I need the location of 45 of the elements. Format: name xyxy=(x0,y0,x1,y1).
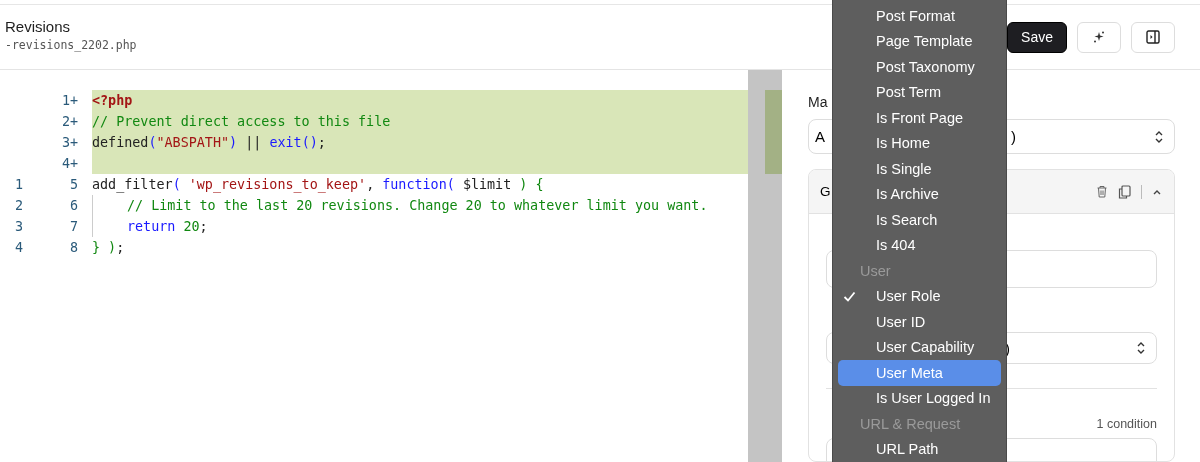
menu-item[interactable]: Post Term xyxy=(838,79,1001,105)
menu-group-label: User xyxy=(859,261,892,281)
line-number: 3+ xyxy=(60,135,79,150)
menu-item[interactable]: User Capability xyxy=(838,334,1001,360)
field-label: Ma xyxy=(808,94,829,110)
menu-item[interactable]: User ID xyxy=(838,309,1001,335)
sparkle-icon xyxy=(1092,30,1106,44)
line-number: 5 xyxy=(68,177,79,192)
chevron-up-down-icon xyxy=(1136,341,1146,355)
copy-icon[interactable] xyxy=(1118,184,1131,199)
menu-item[interactable]: User Role xyxy=(838,283,1001,309)
toggle-sidebar-button[interactable] xyxy=(1131,21,1175,53)
line-number: 2+ xyxy=(60,114,79,129)
menu-item[interactable]: Is Home xyxy=(838,130,1001,156)
trash-icon[interactable] xyxy=(1096,185,1108,198)
sidebar-icon xyxy=(1146,30,1160,44)
line-number: 4+ xyxy=(60,156,79,171)
line-number: 3 xyxy=(14,219,23,234)
menu-item[interactable]: URL Path xyxy=(838,436,1001,462)
menu-group-label: URL & Request xyxy=(859,414,962,434)
page-title: Revisions xyxy=(5,18,72,35)
menu-item[interactable]: Is Search xyxy=(838,207,1001,233)
group-title: G xyxy=(820,184,831,199)
line-number: 6 xyxy=(68,198,79,213)
chevron-up-down-icon xyxy=(1154,129,1164,144)
condition-count: 1 condition xyxy=(1096,417,1157,431)
save-button[interactable]: Save xyxy=(1007,21,1067,53)
line-number: 1 xyxy=(14,177,23,192)
code-line: } ); xyxy=(92,239,126,257)
menu-item[interactable]: Post Format xyxy=(838,3,1001,29)
menu-item[interactable]: Page Template xyxy=(838,28,1001,54)
menu-item[interactable]: Is 404 xyxy=(838,232,1001,258)
line-number: 4 xyxy=(14,240,23,255)
line-number: 7 xyxy=(68,219,79,234)
menu-item[interactable]: Is Front Page xyxy=(838,105,1001,131)
menu-item[interactable]: Is User Logged In xyxy=(838,385,1001,411)
menu-item[interactable]: Is Single xyxy=(838,156,1001,182)
line-number: 8 xyxy=(68,240,79,255)
code-line: add_filter( 'wp_revisions_to_keep', function( $limit ) { xyxy=(92,176,545,195)
file-name: -revisions_2202.php xyxy=(5,38,137,52)
menu-item[interactable]: Post Taxonomy xyxy=(838,54,1001,80)
menu-item[interactable]: User Meta xyxy=(838,360,1001,386)
line-number: 1+ xyxy=(60,93,79,108)
line-number: 2 xyxy=(14,198,23,213)
menu-item[interactable]: Is Archive xyxy=(838,181,1001,207)
